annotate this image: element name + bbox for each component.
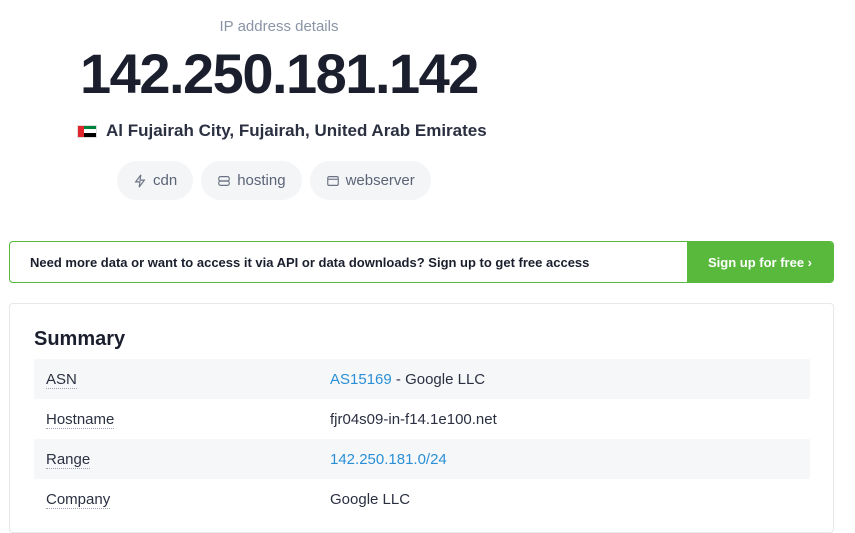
browser-window-icon <box>326 175 339 186</box>
tag-label: cdn <box>153 172 178 189</box>
location: Al Fujairah City, Fujairah, United Arab … <box>77 121 487 141</box>
row-key: Hostname <box>46 410 115 429</box>
row-key: ASN <box>46 370 77 389</box>
tag-cdn[interactable]: cdn <box>117 161 194 200</box>
tag-webserver[interactable]: webserver <box>309 161 431 200</box>
tags: cdn hosting webserver <box>117 161 431 200</box>
ip-address-heading: 142.250.181.142 <box>80 42 479 105</box>
tag-label: hosting <box>237 172 286 189</box>
lightning-icon <box>134 174 146 187</box>
asn-link[interactable]: AS15169 <box>330 371 392 388</box>
range-link[interactable]: 142.250.181.0/24 <box>330 451 447 468</box>
summary-table: ASN AS15169 - Google LLC Hostname fjr04s… <box>34 359 810 519</box>
location-text: Al Fujairah City, Fujairah, United Arab … <box>106 121 487 140</box>
server-icon <box>218 175 231 186</box>
table-row-range: Range 142.250.181.0/24 <box>34 439 810 479</box>
asn-org: - Google LLC <box>391 370 486 388</box>
row-key: Company <box>46 490 111 509</box>
tag-label: webserver <box>345 172 415 189</box>
table-row-company: Company Google LLC <box>34 479 810 519</box>
signup-banner: Need more data or want to access it via … <box>9 241 834 283</box>
uae-flag-icon <box>77 124 97 138</box>
table-row-asn: ASN AS15169 - Google LLC <box>34 359 810 399</box>
row-key: Range <box>46 450 91 469</box>
banner-text: Need more data or want to access it via … <box>30 254 590 270</box>
summary-card: Summary ASN AS15169 - Google LLC Hostnam… <box>9 303 834 533</box>
tag-hosting[interactable]: hosting <box>201 161 302 200</box>
hostname-value: fjr04s09-in-f14.1e100.net <box>330 410 497 428</box>
signup-button[interactable]: Sign up for free › <box>687 242 833 282</box>
summary-title: Summary <box>34 328 126 350</box>
company-value: Google LLC <box>330 490 411 508</box>
table-row-hostname: Hostname fjr04s09-in-f14.1e100.net <box>34 399 810 439</box>
hero-subtitle: IP address details <box>219 18 339 35</box>
